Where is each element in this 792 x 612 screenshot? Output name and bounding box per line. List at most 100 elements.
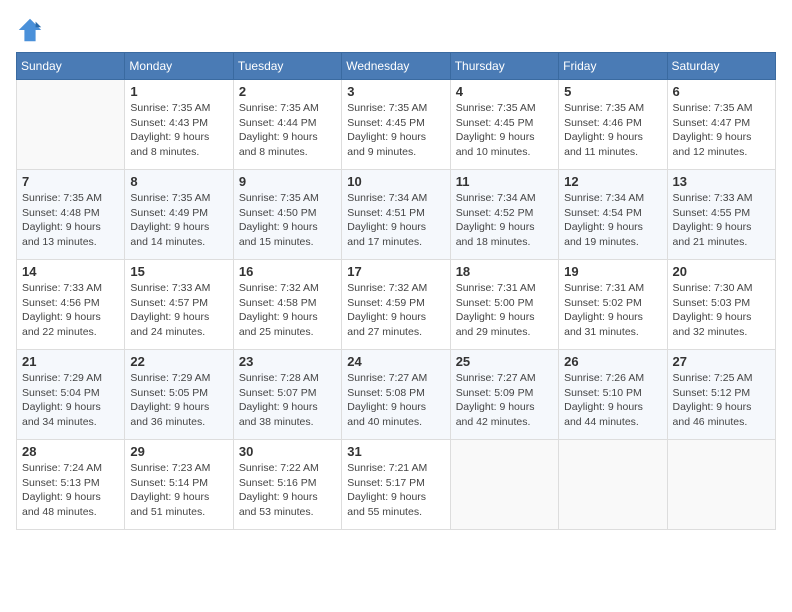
day-info: Sunrise: 7:27 AMSunset: 5:09 PMDaylight:… (456, 371, 553, 430)
calendar-cell: 29 Sunrise: 7:23 AMSunset: 5:14 PMDaylig… (125, 440, 233, 530)
day-info: Sunrise: 7:34 AMSunset: 4:54 PMDaylight:… (564, 191, 661, 250)
calendar-cell: 24 Sunrise: 7:27 AMSunset: 5:08 PMDaylig… (342, 350, 450, 440)
day-info: Sunrise: 7:21 AMSunset: 5:17 PMDaylight:… (347, 461, 444, 520)
calendar-cell (17, 80, 125, 170)
day-number: 20 (673, 264, 770, 279)
calendar-cell: 22 Sunrise: 7:29 AMSunset: 5:05 PMDaylig… (125, 350, 233, 440)
day-info: Sunrise: 7:33 AMSunset: 4:57 PMDaylight:… (130, 281, 227, 340)
day-info: Sunrise: 7:29 AMSunset: 5:05 PMDaylight:… (130, 371, 227, 430)
calendar-cell: 19 Sunrise: 7:31 AMSunset: 5:02 PMDaylig… (559, 260, 667, 350)
calendar-cell: 10 Sunrise: 7:34 AMSunset: 4:51 PMDaylig… (342, 170, 450, 260)
day-number: 10 (347, 174, 444, 189)
day-number: 11 (456, 174, 553, 189)
calendar-cell: 12 Sunrise: 7:34 AMSunset: 4:54 PMDaylig… (559, 170, 667, 260)
day-info: Sunrise: 7:35 AMSunset: 4:43 PMDaylight:… (130, 101, 227, 160)
calendar-cell: 21 Sunrise: 7:29 AMSunset: 5:04 PMDaylig… (17, 350, 125, 440)
day-info: Sunrise: 7:25 AMSunset: 5:12 PMDaylight:… (673, 371, 770, 430)
calendar-cell: 11 Sunrise: 7:34 AMSunset: 4:52 PMDaylig… (450, 170, 558, 260)
day-number: 2 (239, 84, 336, 99)
day-number: 30 (239, 444, 336, 459)
calendar-cell: 23 Sunrise: 7:28 AMSunset: 5:07 PMDaylig… (233, 350, 341, 440)
day-number: 13 (673, 174, 770, 189)
day-info: Sunrise: 7:26 AMSunset: 5:10 PMDaylight:… (564, 371, 661, 430)
day-number: 4 (456, 84, 553, 99)
day-number: 18 (456, 264, 553, 279)
day-info: Sunrise: 7:32 AMSunset: 4:58 PMDaylight:… (239, 281, 336, 340)
day-number: 22 (130, 354, 227, 369)
day-info: Sunrise: 7:22 AMSunset: 5:16 PMDaylight:… (239, 461, 336, 520)
day-info: Sunrise: 7:35 AMSunset: 4:45 PMDaylight:… (456, 101, 553, 160)
day-info: Sunrise: 7:34 AMSunset: 4:52 PMDaylight:… (456, 191, 553, 250)
calendar-cell: 1 Sunrise: 7:35 AMSunset: 4:43 PMDayligh… (125, 80, 233, 170)
calendar-cell: 9 Sunrise: 7:35 AMSunset: 4:50 PMDayligh… (233, 170, 341, 260)
col-header-tuesday: Tuesday (233, 53, 341, 80)
col-header-friday: Friday (559, 53, 667, 80)
day-info: Sunrise: 7:35 AMSunset: 4:47 PMDaylight:… (673, 101, 770, 160)
calendar-cell: 28 Sunrise: 7:24 AMSunset: 5:13 PMDaylig… (17, 440, 125, 530)
logo-icon (16, 16, 44, 44)
calendar-cell: 20 Sunrise: 7:30 AMSunset: 5:03 PMDaylig… (667, 260, 775, 350)
col-header-monday: Monday (125, 53, 233, 80)
calendar-cell: 15 Sunrise: 7:33 AMSunset: 4:57 PMDaylig… (125, 260, 233, 350)
day-info: Sunrise: 7:35 AMSunset: 4:44 PMDaylight:… (239, 101, 336, 160)
day-info: Sunrise: 7:27 AMSunset: 5:08 PMDaylight:… (347, 371, 444, 430)
calendar-cell: 16 Sunrise: 7:32 AMSunset: 4:58 PMDaylig… (233, 260, 341, 350)
calendar-cell: 31 Sunrise: 7:21 AMSunset: 5:17 PMDaylig… (342, 440, 450, 530)
day-number: 16 (239, 264, 336, 279)
day-info: Sunrise: 7:35 AMSunset: 4:49 PMDaylight:… (130, 191, 227, 250)
day-number: 24 (347, 354, 444, 369)
week-row: 7 Sunrise: 7:35 AMSunset: 4:48 PMDayligh… (17, 170, 776, 260)
day-info: Sunrise: 7:31 AMSunset: 5:00 PMDaylight:… (456, 281, 553, 340)
calendar-cell: 4 Sunrise: 7:35 AMSunset: 4:45 PMDayligh… (450, 80, 558, 170)
day-info: Sunrise: 7:31 AMSunset: 5:02 PMDaylight:… (564, 281, 661, 340)
day-number: 25 (456, 354, 553, 369)
day-number: 7 (22, 174, 119, 189)
calendar-cell: 30 Sunrise: 7:22 AMSunset: 5:16 PMDaylig… (233, 440, 341, 530)
day-number: 12 (564, 174, 661, 189)
calendar-cell: 3 Sunrise: 7:35 AMSunset: 4:45 PMDayligh… (342, 80, 450, 170)
day-number: 3 (347, 84, 444, 99)
day-info: Sunrise: 7:35 AMSunset: 4:50 PMDaylight:… (239, 191, 336, 250)
calendar-cell (667, 440, 775, 530)
calendar-cell: 13 Sunrise: 7:33 AMSunset: 4:55 PMDaylig… (667, 170, 775, 260)
day-info: Sunrise: 7:32 AMSunset: 4:59 PMDaylight:… (347, 281, 444, 340)
day-number: 21 (22, 354, 119, 369)
day-info: Sunrise: 7:33 AMSunset: 4:55 PMDaylight:… (673, 191, 770, 250)
day-number: 6 (673, 84, 770, 99)
day-info: Sunrise: 7:35 AMSunset: 4:45 PMDaylight:… (347, 101, 444, 160)
page-header (16, 16, 776, 44)
day-number: 29 (130, 444, 227, 459)
day-info: Sunrise: 7:29 AMSunset: 5:04 PMDaylight:… (22, 371, 119, 430)
calendar-cell: 5 Sunrise: 7:35 AMSunset: 4:46 PMDayligh… (559, 80, 667, 170)
col-header-thursday: Thursday (450, 53, 558, 80)
calendar-cell: 2 Sunrise: 7:35 AMSunset: 4:44 PMDayligh… (233, 80, 341, 170)
col-header-wednesday: Wednesday (342, 53, 450, 80)
col-header-sunday: Sunday (17, 53, 125, 80)
day-info: Sunrise: 7:24 AMSunset: 5:13 PMDaylight:… (22, 461, 119, 520)
day-number: 15 (130, 264, 227, 279)
day-number: 17 (347, 264, 444, 279)
calendar-cell (450, 440, 558, 530)
logo (16, 16, 48, 44)
calendar-cell: 18 Sunrise: 7:31 AMSunset: 5:00 PMDaylig… (450, 260, 558, 350)
week-row: 21 Sunrise: 7:29 AMSunset: 5:04 PMDaylig… (17, 350, 776, 440)
day-number: 9 (239, 174, 336, 189)
day-info: Sunrise: 7:35 AMSunset: 4:46 PMDaylight:… (564, 101, 661, 160)
week-row: 14 Sunrise: 7:33 AMSunset: 4:56 PMDaylig… (17, 260, 776, 350)
day-number: 14 (22, 264, 119, 279)
calendar-cell: 25 Sunrise: 7:27 AMSunset: 5:09 PMDaylig… (450, 350, 558, 440)
day-number: 27 (673, 354, 770, 369)
calendar: SundayMondayTuesdayWednesdayThursdayFrid… (16, 52, 776, 530)
day-info: Sunrise: 7:28 AMSunset: 5:07 PMDaylight:… (239, 371, 336, 430)
day-number: 1 (130, 84, 227, 99)
calendar-cell: 7 Sunrise: 7:35 AMSunset: 4:48 PMDayligh… (17, 170, 125, 260)
calendar-cell: 8 Sunrise: 7:35 AMSunset: 4:49 PMDayligh… (125, 170, 233, 260)
day-info: Sunrise: 7:23 AMSunset: 5:14 PMDaylight:… (130, 461, 227, 520)
day-number: 31 (347, 444, 444, 459)
col-header-saturday: Saturday (667, 53, 775, 80)
day-number: 26 (564, 354, 661, 369)
day-number: 23 (239, 354, 336, 369)
day-info: Sunrise: 7:35 AMSunset: 4:48 PMDaylight:… (22, 191, 119, 250)
calendar-cell: 17 Sunrise: 7:32 AMSunset: 4:59 PMDaylig… (342, 260, 450, 350)
day-info: Sunrise: 7:33 AMSunset: 4:56 PMDaylight:… (22, 281, 119, 340)
